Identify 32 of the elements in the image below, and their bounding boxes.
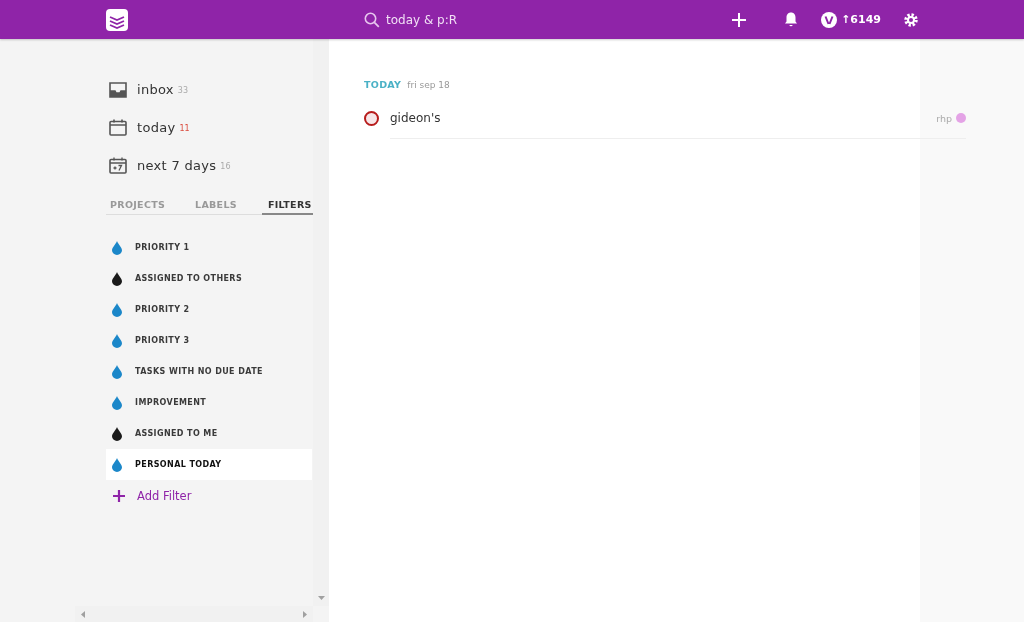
filter-item[interactable]: PRIORITY 1 bbox=[106, 232, 312, 263]
add-filter-link[interactable]: Add Filter bbox=[106, 480, 312, 512]
search-field[interactable]: today & p:R bbox=[364, 11, 684, 28]
bell-icon[interactable] bbox=[783, 11, 800, 28]
calendar-icon bbox=[109, 118, 127, 136]
project-name: rhp bbox=[936, 112, 952, 124]
nav-item[interactable]: next 7 days 16 bbox=[106, 146, 312, 184]
section-date: fri sep 18 bbox=[407, 80, 450, 90]
add-icon[interactable] bbox=[731, 11, 748, 28]
filter-item[interactable]: ASSIGNED TO OTHERS bbox=[106, 263, 312, 294]
item-count: 33 bbox=[177, 86, 189, 95]
calendar-icon bbox=[109, 156, 127, 174]
task-checkbox[interactable] bbox=[364, 110, 379, 126]
task-title[interactable]: gideon's bbox=[390, 111, 441, 125]
settings-icon[interactable] bbox=[903, 11, 919, 28]
karma-icon bbox=[821, 11, 838, 28]
inbox-icon bbox=[109, 80, 127, 98]
filter-item[interactable]: TASKS WITH NO DUE DATE bbox=[106, 356, 312, 387]
filter-item[interactable]: PRIORITY 3 bbox=[106, 325, 312, 356]
nav-item[interactable]: inbox 33 bbox=[106, 70, 312, 108]
search-icon bbox=[364, 11, 380, 28]
item-count: 16 bbox=[220, 162, 231, 171]
filter-item[interactable]: PRIORITY 2 bbox=[106, 294, 312, 325]
filter-item[interactable]: ASSIGNED TO ME bbox=[106, 418, 312, 449]
section-title: TODAY bbox=[364, 79, 402, 90]
logo-icon[interactable] bbox=[106, 8, 128, 31]
filter-item[interactable]: PERSONAL TODAY bbox=[106, 449, 312, 480]
karma-button[interactable]: ↑6149 bbox=[821, 11, 881, 28]
filter-item[interactable]: IMPROVEMENT bbox=[106, 387, 312, 418]
nav-item[interactable]: today 11 bbox=[106, 108, 312, 146]
item-count: 11 bbox=[179, 124, 190, 133]
plus-icon bbox=[113, 490, 125, 502]
